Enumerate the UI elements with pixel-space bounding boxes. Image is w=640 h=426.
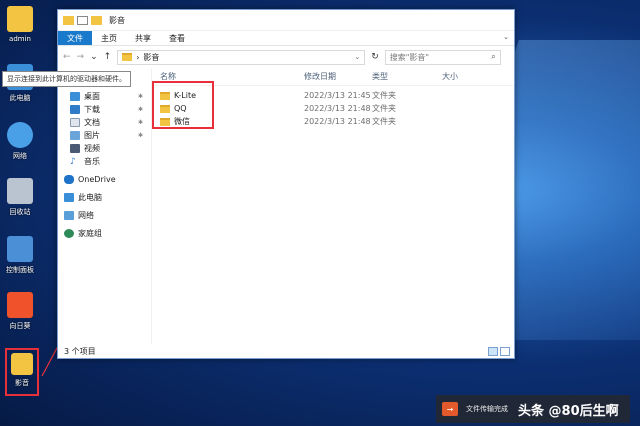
file-date: 2022/3/13 21:45 [304, 91, 371, 100]
onedrive-icon [64, 175, 74, 184]
tooltip: 显示连接到此计算机的驱动器和硬件。 [2, 71, 131, 87]
nav-label: 此电脑 [78, 193, 102, 202]
nav-label: OneDrive [78, 175, 116, 184]
navigation-pane: 桌面 ✱ 下载 ✱ 文档 ✱ 图片 ✱ 视频 ♪ 音乐 OneDrive 此电脑 网络 家… [58, 68, 152, 344]
watermark: 头条 @80后生啊 [518, 403, 619, 419]
nav-label: 网络 [78, 211, 94, 220]
nav-item-this-pc[interactable]: 此电脑 [58, 191, 151, 204]
properties-icon[interactable] [77, 15, 88, 25]
file-type: 文件夹 [372, 91, 396, 100]
nav-label: 下载 [84, 105, 100, 114]
file-type: 文件夹 [372, 104, 396, 113]
this-pc-icon [64, 193, 74, 202]
status-bar: 3 个项目 [58, 344, 514, 358]
refresh-icon[interactable]: ↻ [371, 52, 379, 62]
file-date: 2022/3/13 21:48 [304, 117, 371, 126]
nav-item-music[interactable]: ♪ 音乐 [58, 155, 151, 168]
nav-label: 文档 [84, 118, 100, 127]
nav-item-onedrive[interactable]: OneDrive [58, 173, 151, 186]
arrow-right-icon: → [442, 402, 458, 416]
music-icon: ♪ [70, 157, 76, 167]
homegroup-icon [64, 229, 74, 238]
address-row: ← → ⌄ ↑ › 影音 ⌄ ↻ 搜索"影音" ⌕ [58, 46, 514, 68]
forward-arrow-icon[interactable]: → [77, 52, 85, 62]
address-bar[interactable]: › 影音 ⌄ [117, 49, 366, 65]
ribbon: 文件 主页 共享 查看 ⌄ [58, 31, 514, 46]
window-title: 影音 [109, 15, 125, 25]
pin-icon: ✱ [137, 106, 143, 113]
chevron-down-icon[interactable]: ⌄ [354, 53, 360, 61]
toast-text: 文件传输完成 [466, 405, 508, 413]
nav-label: 视频 [84, 144, 100, 153]
tab-file[interactable]: 文件 [58, 31, 92, 45]
nav-item-documents[interactable]: 文档 ✱ [58, 116, 151, 129]
title-bar: 影音 [58, 10, 514, 31]
nav-label: 图片 [84, 131, 100, 140]
new-folder-icon[interactable] [91, 15, 102, 25]
download-icon [70, 105, 80, 114]
search-placeholder: 搜索"影音" [389, 52, 430, 62]
pin-icon: ✱ [137, 132, 143, 139]
breadcrumb-chevron-icon: › [136, 52, 140, 62]
nav-item-pictures[interactable]: 图片 ✱ [58, 129, 151, 142]
folder-icon [63, 15, 74, 25]
file-date: 2022/3/13 21:48 [304, 104, 371, 113]
nav-item-videos[interactable]: 视频 [58, 142, 151, 155]
nav-label: 桌面 [84, 92, 100, 101]
breadcrumb: 影音 [143, 52, 160, 62]
pin-icon: ✱ [137, 119, 143, 126]
explorer-body: 桌面 ✱ 下载 ✱ 文档 ✱ 图片 ✱ 视频 ♪ 音乐 OneDrive 此电脑 网络 家… [58, 68, 514, 344]
annotation-highlight-box [152, 81, 214, 129]
pin-icon: ✱ [137, 93, 143, 100]
nav-label: 音乐 [84, 157, 100, 166]
details-view-icon[interactable] [488, 346, 498, 356]
chevron-down-icon[interactable]: ⌄ [90, 52, 98, 62]
folder-icon [122, 53, 133, 61]
nav-item-homegroup[interactable]: 家庭组 [58, 227, 151, 240]
item-count: 3 个项目 [64, 346, 96, 356]
up-arrow-icon[interactable]: ↑ [104, 52, 112, 62]
chevron-down-icon[interactable]: ⌄ [498, 31, 514, 45]
nav-item-downloads[interactable]: 下载 ✱ [58, 103, 151, 116]
back-arrow-icon[interactable]: ← [63, 52, 71, 62]
tab-home[interactable]: 主页 [92, 31, 126, 45]
large-icons-view-icon[interactable] [500, 346, 510, 356]
desktop-icon [70, 92, 80, 101]
nav-item-network[interactable]: 网络 [58, 209, 151, 222]
column-header-date[interactable]: 修改日期 [304, 71, 372, 82]
video-icon [70, 144, 80, 153]
column-header-size[interactable]: 大小 [442, 71, 492, 82]
search-input[interactable]: 搜索"影音" ⌕ [384, 49, 501, 65]
network-icon [64, 211, 74, 220]
explorer-window: 影音 文件 主页 共享 查看 ⌄ ← → ⌄ ↑ › 影音 ⌄ ↻ 搜索"影音"… [57, 9, 515, 359]
column-header-type[interactable]: 类型 [372, 71, 442, 82]
picture-icon [70, 131, 80, 140]
tab-view[interactable]: 查看 [160, 31, 194, 45]
notification-toast[interactable]: → 文件传输完成 头条 @80后生啊 [436, 395, 630, 423]
file-type: 文件夹 [372, 117, 396, 126]
nav-item-desktop[interactable]: 桌面 ✱ [58, 90, 151, 103]
search-icon: ⌕ [491, 52, 496, 61]
nav-label: 家庭组 [78, 229, 102, 238]
document-icon [70, 118, 80, 127]
tab-share[interactable]: 共享 [126, 31, 160, 45]
